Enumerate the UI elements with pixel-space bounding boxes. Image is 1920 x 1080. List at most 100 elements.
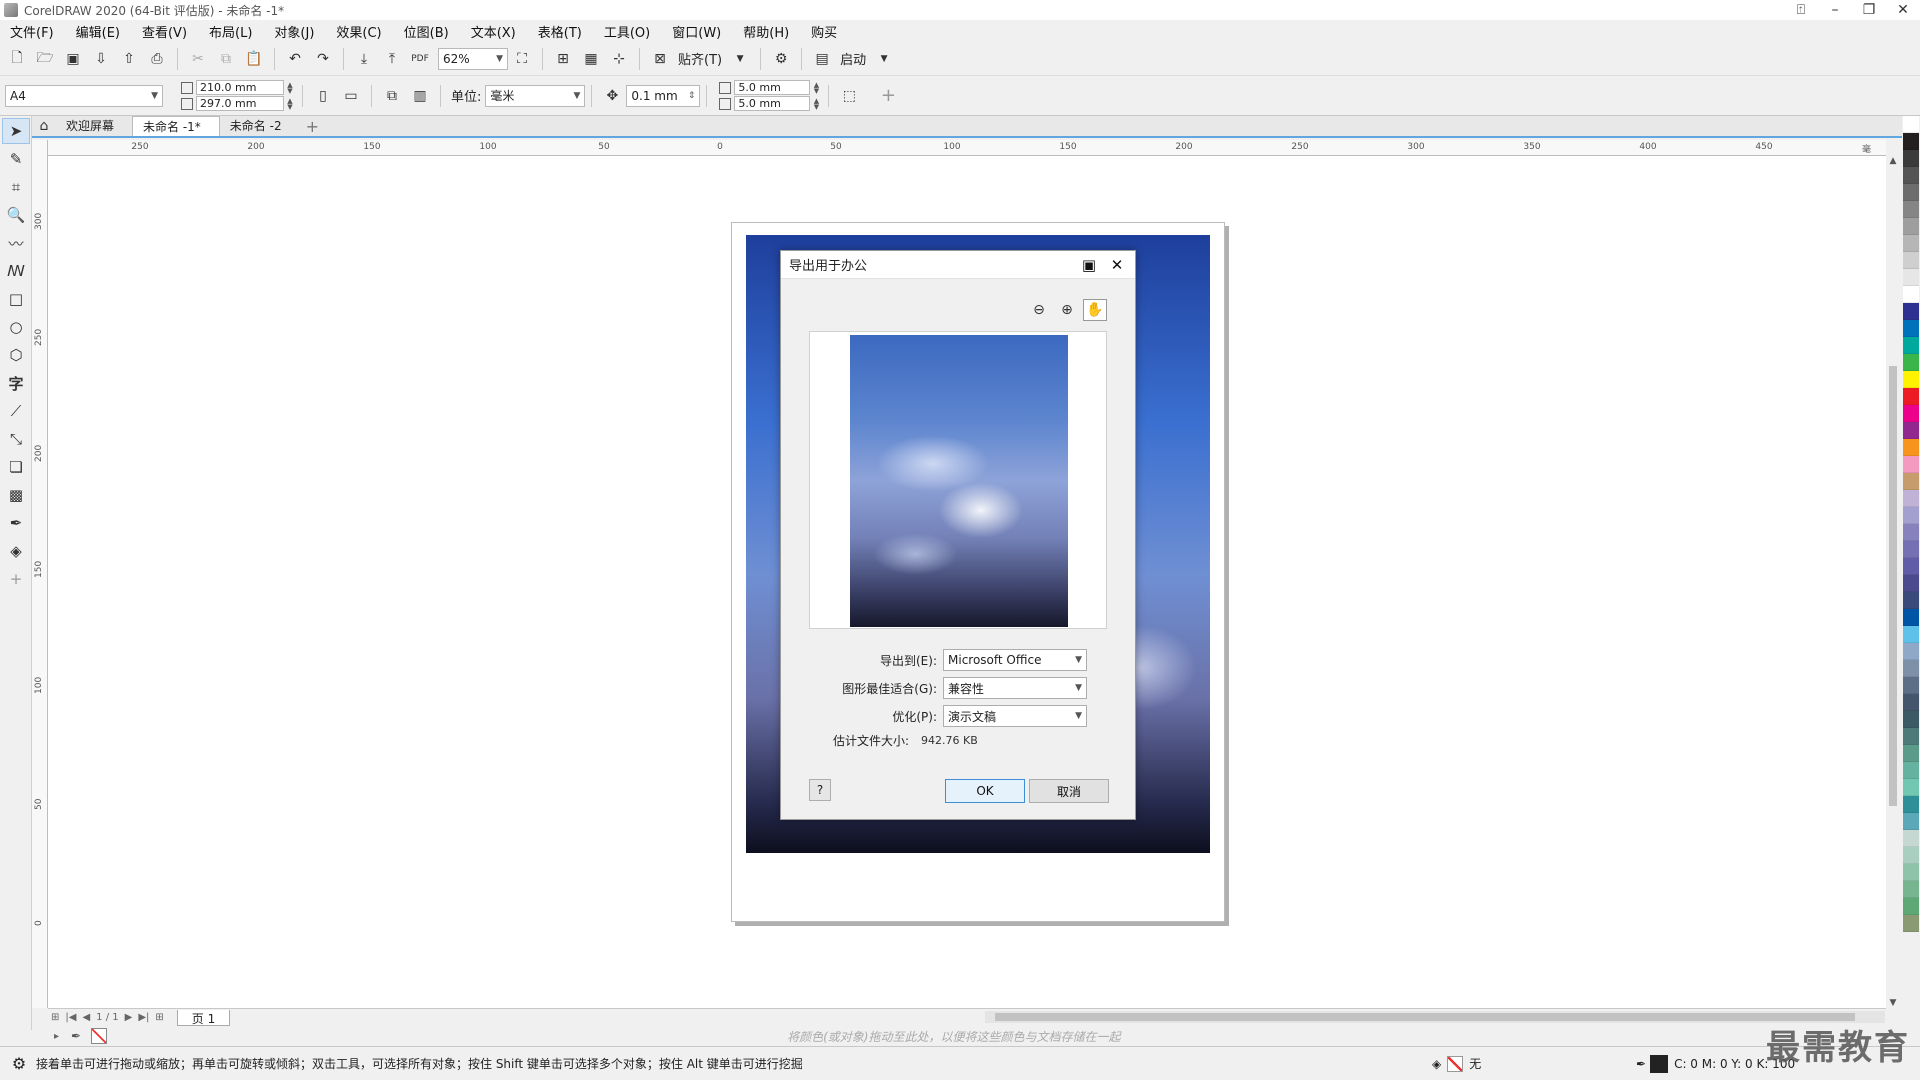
show-rulers-icon[interactable]: ⊞ — [552, 48, 574, 70]
color-swatch[interactable] — [1903, 507, 1919, 524]
portrait-icon[interactable]: ▯ — [312, 85, 334, 107]
tab-welcome-screen[interactable]: 欢迎屏幕 — [56, 116, 132, 136]
page-width-input[interactable]: 210.0 mm — [196, 80, 284, 95]
color-swatch[interactable] — [1903, 728, 1919, 745]
menu-object[interactable]: 对象(J) — [274, 22, 314, 41]
status-gear-icon[interactable]: ⚙ — [6, 1054, 32, 1073]
cloud-download-icon[interactable]: ⇩ — [90, 48, 112, 70]
color-swatch[interactable] — [1903, 439, 1919, 456]
menu-table[interactable]: 表格(T) — [538, 22, 582, 41]
snap-off-icon[interactable]: ⊠ — [649, 48, 671, 70]
menu-text[interactable]: 文本(X) — [471, 22, 516, 41]
export-icon[interactable]: ⤒ — [381, 48, 403, 70]
tab-untitled-2[interactable]: 未命名 -2 — [220, 116, 300, 136]
zoom-out-icon[interactable]: ⊖ — [1027, 299, 1051, 321]
color-swatch[interactable] — [1903, 915, 1919, 932]
snap-to-dropdown[interactable]: 贴齐(T) — [678, 49, 722, 68]
close-icon[interactable]: ✕ — [1107, 256, 1127, 274]
cloud-upload-icon[interactable]: ⇧ — [118, 48, 140, 70]
ellipse-tool-icon[interactable]: ○ — [2, 314, 30, 340]
menu-window[interactable]: 窗口(W) — [672, 22, 721, 41]
color-swatch[interactable] — [1903, 405, 1919, 422]
ok-button[interactable]: OK — [945, 779, 1025, 803]
parallel-dimension-icon[interactable]: ⟋ — [2, 398, 30, 424]
text-tool-icon[interactable]: 字 — [2, 370, 30, 396]
menu-buy[interactable]: 购买 — [811, 22, 837, 41]
crop-tool-icon[interactable]: ⌗ — [2, 174, 30, 200]
menu-view[interactable]: 查看(V) — [142, 22, 187, 41]
color-swatch[interactable] — [1903, 575, 1919, 592]
color-swatch[interactable] — [1903, 745, 1919, 762]
color-swatch[interactable] — [1903, 796, 1919, 813]
eyedropper-icon[interactable]: ✒ — [71, 1029, 81, 1043]
color-swatch[interactable] — [1903, 184, 1919, 201]
save-icon[interactable]: ▣ — [62, 48, 84, 70]
color-swatch[interactable] — [1903, 133, 1919, 150]
color-swatch[interactable] — [1903, 354, 1919, 371]
zoom-tool-icon[interactable]: 🔍 — [2, 202, 30, 228]
polygon-tool-icon[interactable]: ⬡ — [2, 342, 30, 368]
no-color-swatch[interactable] — [91, 1028, 108, 1044]
chevron-down-icon[interactable]: ▼ — [729, 48, 751, 70]
home-icon[interactable]: ⌂ — [32, 115, 56, 137]
horizontal-ruler[interactable]: 250 200 150 100 50 0 50 100 150 200 250 … — [48, 140, 1886, 168]
menu-bitmaps[interactable]: 位图(B) — [404, 22, 449, 41]
copy-icon[interactable]: ⧉ — [215, 48, 237, 70]
color-swatch[interactable] — [1903, 422, 1919, 439]
show-grid-icon[interactable]: ▦ — [580, 48, 602, 70]
color-swatch[interactable] — [1903, 762, 1919, 779]
maximize-icon[interactable]: ▣ — [1079, 256, 1099, 274]
menu-file[interactable]: 文件(F) — [10, 22, 54, 41]
color-swatch[interactable] — [1903, 660, 1919, 677]
paste-icon[interactable]: 📋 — [243, 48, 265, 70]
fill-indicator[interactable]: ◈ 无 — [1432, 1055, 1481, 1072]
color-swatch[interactable] — [1903, 813, 1919, 830]
color-eyedropper-icon[interactable]: ✒ — [2, 510, 30, 536]
color-swatch[interactable] — [1903, 864, 1919, 881]
open-folder-icon[interactable]: 🗁 — [34, 48, 56, 70]
preview-pane[interactable] — [809, 331, 1107, 629]
zoom-level-combo[interactable]: 62% ▼ — [438, 47, 508, 70]
cancel-button[interactable]: 取消 — [1029, 779, 1109, 803]
color-swatch[interactable] — [1903, 150, 1919, 167]
freehand-tool-icon[interactable]: 〰 — [2, 230, 30, 256]
color-swatch[interactable] — [1903, 592, 1919, 609]
print-icon[interactable]: ⎙ — [146, 48, 168, 70]
interactive-fill-icon[interactable]: ◈ — [2, 538, 30, 564]
color-swatch[interactable] — [1903, 235, 1919, 252]
minimize-button[interactable]: – — [1818, 0, 1852, 20]
color-swatch[interactable] — [1903, 201, 1919, 218]
treat-as-filled-icon[interactable]: ⬚ — [838, 85, 860, 107]
horizontal-scroll-thumb[interactable] — [995, 1013, 1855, 1021]
color-swatch[interactable] — [1903, 303, 1919, 320]
color-swatch[interactable] — [1903, 116, 1919, 133]
menu-layout[interactable]: 布局(L) — [209, 22, 252, 41]
launch-dropdown[interactable]: 启动 — [840, 49, 866, 68]
vertical-scroll-thumb[interactable] — [1889, 366, 1897, 806]
color-swatch[interactable] — [1903, 541, 1919, 558]
add-icon[interactable]: + — [877, 85, 899, 107]
feedback-icon[interactable]: ⍐ — [1784, 0, 1818, 20]
import-icon[interactable]: ⤓ — [353, 48, 375, 70]
dup-y-spinner[interactable]: ▲ ▼ — [810, 96, 822, 111]
graphic-fit-select[interactable]: 兼容性 ▼ — [943, 677, 1087, 699]
all-pages-icon[interactable]: ⧉ — [381, 85, 403, 107]
help-button[interactable]: ? — [809, 779, 831, 801]
color-swatch[interactable] — [1903, 269, 1919, 286]
options-gear-icon[interactable]: ⚙ — [770, 48, 792, 70]
cut-icon[interactable]: ✂ — [187, 48, 209, 70]
add-page-icon[interactable]: ⊞ — [51, 1012, 59, 1023]
connector-tool-icon[interactable]: ⤡ — [2, 426, 30, 452]
pdf-icon[interactable]: PDF — [409, 48, 431, 70]
dup-x-spinner[interactable]: ▲ ▼ — [810, 80, 822, 95]
color-swatch[interactable] — [1903, 167, 1919, 184]
show-guidelines-icon[interactable]: ⊹ — [608, 48, 630, 70]
current-page-icon[interactable]: ▥ — [409, 85, 431, 107]
color-swatch[interactable] — [1903, 711, 1919, 728]
transparency-tool-icon[interactable]: ▩ — [2, 482, 30, 508]
chevron-down-icon[interactable]: ▼ — [873, 48, 895, 70]
last-page-icon[interactable]: ▶| — [138, 1012, 149, 1023]
page-tab-1[interactable]: 页 1 — [176, 1009, 231, 1026]
menu-tools[interactable]: 工具(O) — [604, 22, 650, 41]
landscape-icon[interactable]: ▭ — [340, 85, 362, 107]
